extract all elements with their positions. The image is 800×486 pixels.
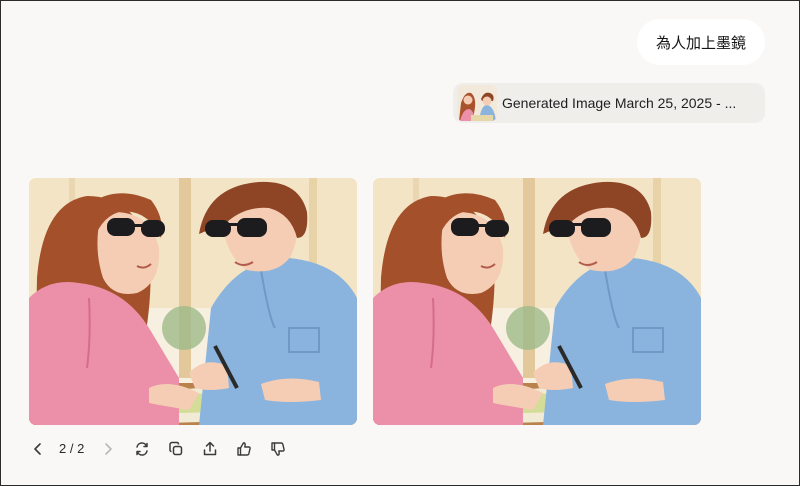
chevron-right-icon[interactable] [97, 437, 119, 461]
generated-image-1[interactable] [29, 178, 357, 425]
thumbs-down-icon[interactable] [267, 437, 289, 461]
user-message-bubble: 為人加上墨鏡 [637, 19, 765, 65]
share-icon[interactable] [199, 437, 221, 461]
attachment-thumbnail [457, 85, 497, 121]
chevron-left-icon[interactable] [27, 437, 49, 461]
copy-icon[interactable] [165, 437, 187, 461]
couple-with-sunglasses-illustration [29, 178, 357, 425]
image-pager: 2 / 2 [59, 441, 85, 456]
thumbs-up-icon[interactable] [233, 437, 255, 461]
couple-with-sunglasses-illustration [373, 178, 701, 425]
generated-image-2[interactable] [373, 178, 701, 425]
generated-image-attachment[interactable]: Generated Image March 25, 2025 - ... [453, 83, 765, 123]
attachment-label: Generated Image March 25, 2025 - ... [502, 95, 737, 111]
refresh-icon[interactable] [131, 437, 153, 461]
user-message-text: 為人加上墨鏡 [655, 33, 746, 52]
